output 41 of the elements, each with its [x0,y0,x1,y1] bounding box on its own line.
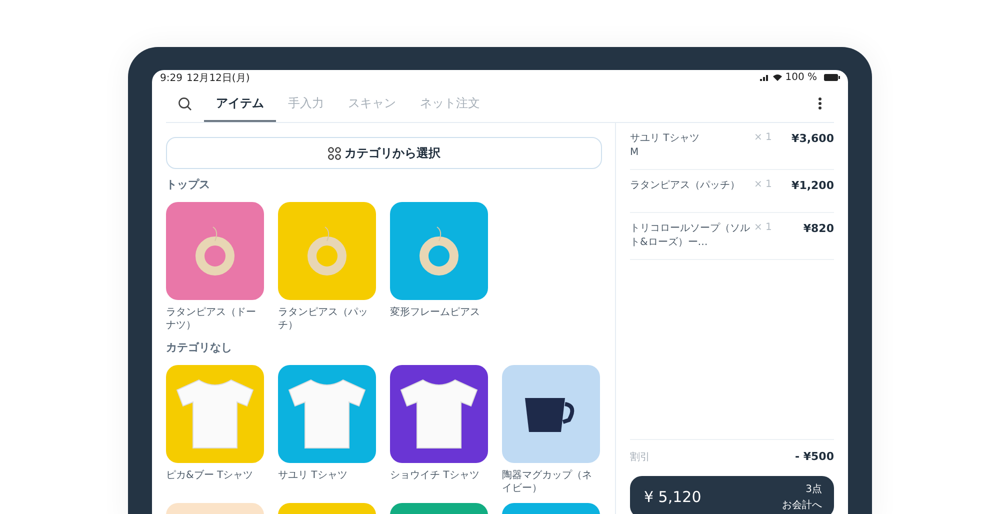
cart-item-quantity: × 1 [754,132,773,143]
cart-item-name: ラタンピアス（パッチ） [630,179,741,193]
section-title: トップス [166,177,211,192]
cart-item-quantity: × 1 [754,179,773,190]
cart-item-quantity: × 1 [754,222,773,233]
cart-item-name: トリコロールソープ（ソルト&ローズ）ー… [630,222,751,250]
battery-icon [824,74,840,81]
product-name: ショウイチ Tシャツ [390,469,480,482]
earring-drawing [307,226,347,276]
status-time: 9:29 [160,72,182,84]
checkout-button[interactable]: ¥ 5,120 3点 お会計へ [630,476,834,514]
battery-level: 100 % [785,72,817,83]
product-photo[interactable] [502,365,600,463]
checkout-label: お会計へ [782,498,822,512]
discount-label: 割引 [630,450,650,464]
product-name: サユリ Tシャツ [278,469,348,482]
cart-item-price: ¥820 [802,222,834,235]
product-name: 陶器マグカップ（ネイビー） [502,469,593,495]
discount-value: - ¥500 [794,450,834,464]
product-name: ピカ&ブー Tシャツ [166,469,254,482]
product-name: 変形フレームピアス [390,306,481,319]
earring-drawing [195,226,235,276]
product-name: ラタンピアス（ドーナツ） [166,306,257,332]
total-amount: ¥ 5,120 [644,488,702,506]
product-photo[interactable] [390,365,488,463]
cart-item-price: ¥3,600 [790,132,834,145]
more-icon [818,97,822,110]
category-select-button[interactable]: カテゴリから選択 [166,137,602,169]
cart-item-name: サユリ Tシャツ [630,132,700,146]
cart-item-price: ¥1,200 [790,179,834,192]
product-name: ラタンピアス（パッチ） [278,306,369,332]
tab[interactable]: アイテム [204,86,276,122]
earring-drawing [419,226,459,276]
cart-item-variant: M [630,146,640,160]
section-title: カテゴリなし [166,340,233,355]
search-icon [178,96,192,110]
grid-icon [328,146,340,160]
wifi-icon [773,74,782,81]
status-date: 12月12日(月) [186,72,250,84]
signal-icon [760,74,770,81]
item-count: 3点 [806,482,822,496]
